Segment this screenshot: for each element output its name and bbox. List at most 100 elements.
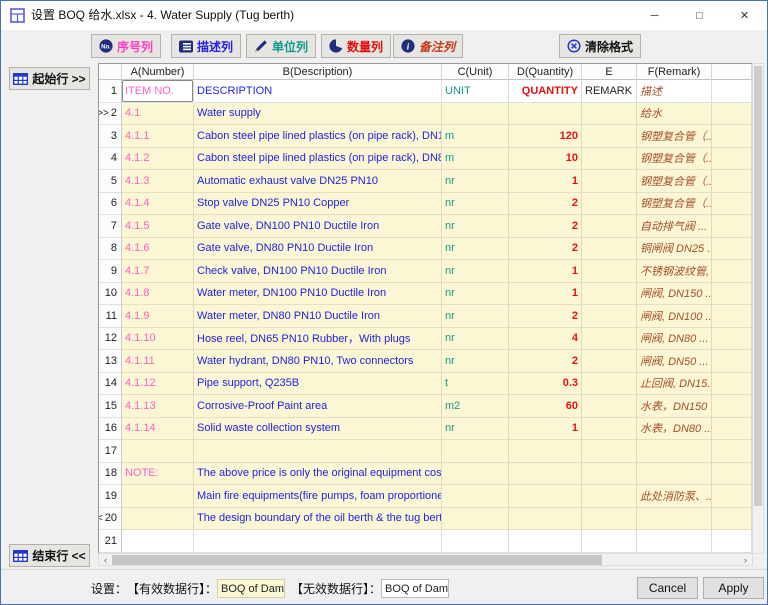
remark-column-button[interactable]: i 备注列 bbox=[393, 34, 463, 58]
cell-r21-g[interactable] bbox=[712, 530, 752, 553]
cell-r10-d[interactable]: 1 bbox=[509, 283, 582, 306]
cell-r11-c[interactable]: nr bbox=[442, 305, 509, 328]
cell-r18-c[interactable] bbox=[442, 463, 509, 486]
cell-r18-a[interactable]: NOTE: bbox=[122, 463, 194, 486]
cell-r21-a[interactable] bbox=[122, 530, 194, 553]
cell-r15-f[interactable]: 水表，DN150 ... bbox=[637, 395, 712, 418]
cell-r7-c[interactable]: nr bbox=[442, 215, 509, 238]
column-header-1[interactable]: A(Number) bbox=[122, 64, 194, 80]
cell-r1-b[interactable]: DESCRIPTION bbox=[194, 80, 442, 103]
cell-r17-a[interactable] bbox=[122, 440, 194, 463]
row-number-4[interactable]: 4 bbox=[99, 148, 122, 171]
cell-r11-b[interactable]: Water meter, DN80 PN10 Ductile Iron bbox=[194, 305, 442, 328]
cell-r13-c[interactable]: nr bbox=[442, 350, 509, 373]
valid-rows-input[interactable]: BOQ of Damm... bbox=[217, 579, 285, 598]
apply-button[interactable]: Apply bbox=[703, 577, 764, 599]
cell-r20-f[interactable] bbox=[637, 508, 712, 531]
minimize-button[interactable]: ─ bbox=[632, 1, 677, 30]
cell-r6-f[interactable]: 钢塑复合管（... bbox=[637, 193, 712, 216]
cell-r2-d[interactable] bbox=[509, 103, 582, 126]
cell-r1-c[interactable]: UNIT bbox=[442, 80, 509, 103]
row-number-5[interactable]: 5 bbox=[99, 170, 122, 193]
cell-r4-c[interactable]: m bbox=[442, 148, 509, 171]
cell-r14-d[interactable]: 0.3 bbox=[509, 373, 582, 396]
cell-r18-f[interactable] bbox=[637, 463, 712, 486]
cell-r4-d[interactable]: 10 bbox=[509, 148, 582, 171]
cell-r10-f[interactable]: 闸阀, DN150 ... bbox=[637, 283, 712, 306]
row-number-15[interactable]: 15 bbox=[99, 395, 122, 418]
cell-r9-d[interactable]: 1 bbox=[509, 260, 582, 283]
cell-r12-e[interactable] bbox=[582, 328, 637, 351]
row-number-21[interactable]: 21 bbox=[99, 530, 122, 553]
cell-r16-a[interactable]: 4.1.14 bbox=[122, 418, 194, 441]
cell-r10-e[interactable] bbox=[582, 283, 637, 306]
cell-r6-e[interactable] bbox=[582, 193, 637, 216]
cell-r13-d[interactable]: 2 bbox=[509, 350, 582, 373]
cell-r2-c[interactable] bbox=[442, 103, 509, 126]
invalid-rows-input[interactable]: BOQ of Damm... bbox=[381, 579, 449, 598]
row-number-1[interactable]: 1 bbox=[99, 80, 122, 103]
unit-column-button[interactable]: 单位列 bbox=[246, 34, 316, 58]
close-button[interactable]: ✕ bbox=[722, 1, 767, 30]
cell-r12-b[interactable]: Hose reel, DN65 PN10 Rubber，With plugs bbox=[194, 328, 442, 351]
cell-r11-f[interactable]: 闸阀, DN100 ... bbox=[637, 305, 712, 328]
cell-r20-d[interactable] bbox=[509, 508, 582, 531]
cell-r15-e[interactable] bbox=[582, 395, 637, 418]
cell-r1-d[interactable]: QUANTITY bbox=[509, 80, 582, 103]
cell-r7-b[interactable]: Gate valve, DN100 PN10 Ductile Iron bbox=[194, 215, 442, 238]
scroll-left-icon[interactable]: ‹ bbox=[99, 554, 112, 565]
cell-r14-g[interactable] bbox=[712, 373, 752, 396]
cell-r14-f[interactable]: 止回阀, DN15... bbox=[637, 373, 712, 396]
start-row-button[interactable]: 起始行 >> bbox=[9, 67, 90, 90]
cell-r5-e[interactable] bbox=[582, 170, 637, 193]
cell-r12-c[interactable]: nr bbox=[442, 328, 509, 351]
cell-r10-b[interactable]: Water meter, DN100 PN10 Ductile Iron bbox=[194, 283, 442, 306]
cell-r21-b[interactable] bbox=[194, 530, 442, 553]
cell-r16-e[interactable] bbox=[582, 418, 637, 441]
cell-r11-g[interactable] bbox=[712, 305, 752, 328]
cell-r17-c[interactable] bbox=[442, 440, 509, 463]
cell-r2-e[interactable] bbox=[582, 103, 637, 126]
cell-r12-g[interactable] bbox=[712, 328, 752, 351]
cell-r4-b[interactable]: Cabon steel pipe lined plastics (on pipe… bbox=[194, 148, 442, 171]
cell-r19-c[interactable] bbox=[442, 485, 509, 508]
column-header-4[interactable]: D(Quantity) bbox=[509, 64, 582, 80]
cell-r21-c[interactable] bbox=[442, 530, 509, 553]
cell-r7-e[interactable] bbox=[582, 215, 637, 238]
cell-r6-b[interactable]: Stop valve DN25 PN10 Copper bbox=[194, 193, 442, 216]
cell-r11-a[interactable]: 4.1.9 bbox=[122, 305, 194, 328]
horizontal-scrollbar-thumb[interactable] bbox=[112, 555, 602, 565]
cell-r2-b[interactable]: Water supply bbox=[194, 103, 442, 126]
maximize-button[interactable]: □ bbox=[677, 1, 722, 30]
cell-r8-a[interactable]: 4.1.6 bbox=[122, 238, 194, 261]
cell-r20-g[interactable] bbox=[712, 508, 752, 531]
cell-r16-c[interactable]: nr bbox=[442, 418, 509, 441]
cell-r8-g[interactable] bbox=[712, 238, 752, 261]
cell-r2-f[interactable]: 给水 bbox=[637, 103, 712, 126]
cell-r20-b[interactable]: The design boundary of the oil berth & t… bbox=[194, 508, 442, 531]
row-number-17[interactable]: 17 bbox=[99, 440, 122, 463]
cell-r15-d[interactable]: 60 bbox=[509, 395, 582, 418]
cell-r17-e[interactable] bbox=[582, 440, 637, 463]
cell-r7-d[interactable]: 2 bbox=[509, 215, 582, 238]
cell-r13-b[interactable]: Water hydrant, DN80 PN10, Two connectors bbox=[194, 350, 442, 373]
cell-r6-a[interactable]: 4.1.4 bbox=[122, 193, 194, 216]
cell-r3-a[interactable]: 4.1.1 bbox=[122, 125, 194, 148]
cell-r17-b[interactable] bbox=[194, 440, 442, 463]
cell-r12-a[interactable]: 4.1.10 bbox=[122, 328, 194, 351]
description-column-button[interactable]: 描述列 bbox=[171, 34, 241, 58]
cell-r19-e[interactable] bbox=[582, 485, 637, 508]
cell-r13-g[interactable] bbox=[712, 350, 752, 373]
end-row-button[interactable]: 结束行 << bbox=[9, 544, 90, 567]
column-header-3[interactable]: C(Unit) bbox=[442, 64, 509, 80]
cell-r16-d[interactable]: 1 bbox=[509, 418, 582, 441]
cell-r9-g[interactable] bbox=[712, 260, 752, 283]
quantity-column-button[interactable]: 数量列 bbox=[321, 34, 391, 58]
cell-r5-c[interactable]: nr bbox=[442, 170, 509, 193]
cell-r8-e[interactable] bbox=[582, 238, 637, 261]
column-header-5[interactable]: E bbox=[582, 64, 637, 80]
cell-r9-c[interactable]: nr bbox=[442, 260, 509, 283]
column-header-7[interactable] bbox=[712, 64, 752, 80]
cell-r12-d[interactable]: 4 bbox=[509, 328, 582, 351]
row-number-9[interactable]: 9 bbox=[99, 260, 122, 283]
